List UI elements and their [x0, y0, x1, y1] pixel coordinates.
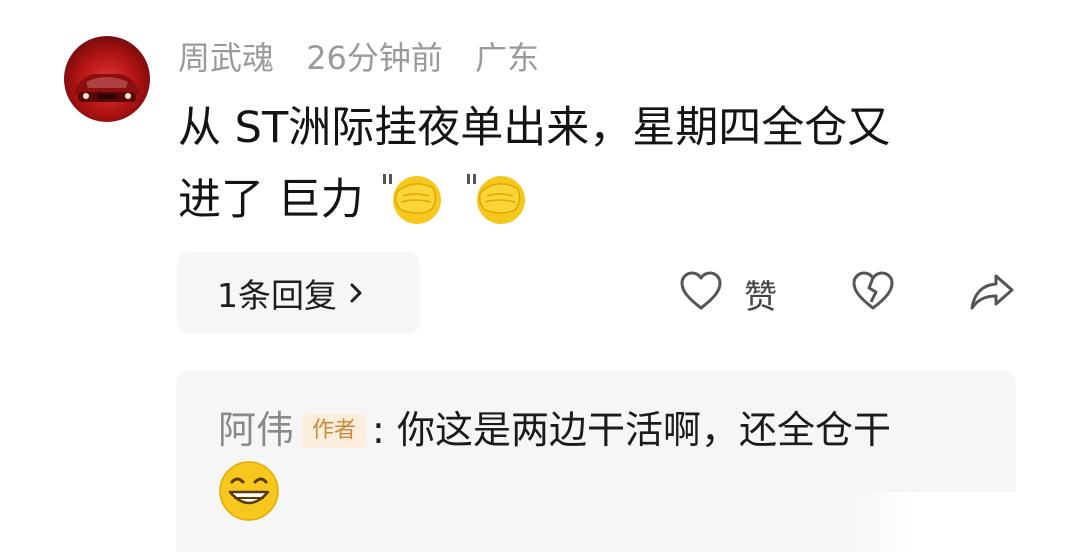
reply-author[interactable]: 阿伟: [218, 408, 294, 452]
replies-count-label: 1条回复: [217, 276, 337, 315]
obscured-region: [846, 492, 1080, 552]
comment-line-1: 从 ST洲际挂夜单出来，星期四全仓又: [178, 103, 891, 153]
reply-item: 阿伟 作者: 你这是两边干活啊，还全仓干: [218, 402, 891, 458]
timestamp: 26分钟前: [306, 39, 443, 77]
broken-heart-icon[interactable]: [850, 268, 896, 314]
heart-icon[interactable]: [678, 268, 724, 314]
location: 广东: [475, 39, 540, 77]
car-avatar-image: [74, 74, 140, 102]
facepalm-emoji-icon: [383, 174, 442, 224]
share-arrow-icon[interactable]: [968, 268, 1016, 314]
username[interactable]: 周武魂: [178, 39, 274, 77]
comment-line-2: 进了 巨力: [178, 164, 1018, 236]
avatar[interactable]: [64, 36, 150, 122]
view-replies-button[interactable]: 1条回复: [177, 252, 420, 334]
facepalm-emoji-icon: [467, 174, 526, 224]
comment-meta: 周武魂 26分钟前 广东: [178, 38, 561, 78]
like-label[interactable]: 赞: [744, 270, 777, 318]
chevron-right-icon: [350, 283, 362, 303]
comment-text: 从 ST洲际挂夜单出来，星期四全仓又 进了 巨力: [178, 92, 1018, 236]
grinning-emoji-icon: [219, 461, 279, 521]
author-badge: 作者: [302, 414, 367, 448]
reply-separator: :: [372, 408, 385, 452]
reply-text: 你这是两边干活啊，还全仓干: [396, 408, 891, 452]
